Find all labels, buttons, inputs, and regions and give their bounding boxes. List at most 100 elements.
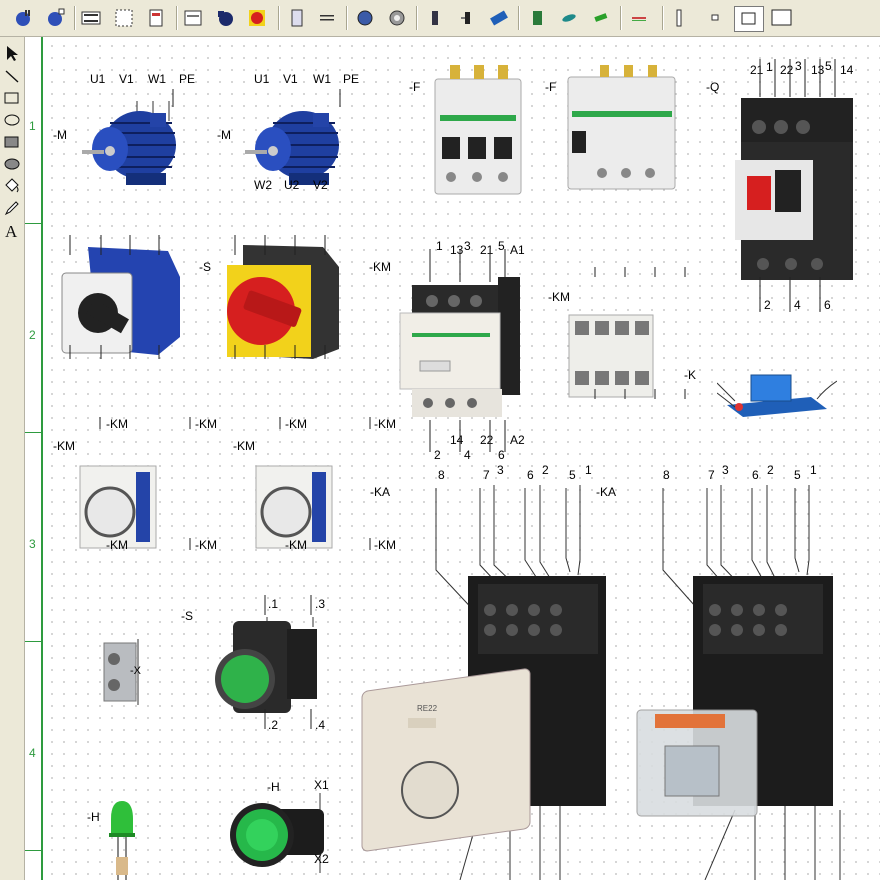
- q-terminal-5: 5: [825, 59, 832, 73]
- led-icon[interactable]: [558, 7, 580, 29]
- km-terminal-22: 22: [480, 433, 494, 447]
- relay-icon[interactable]: [526, 7, 548, 29]
- pointer-icon[interactable]: [2, 43, 22, 63]
- rotary-switch-1[interactable]: [58, 237, 183, 362]
- green-pushbutton[interactable]: [213, 617, 323, 722]
- indicator-lamp-x2: X2: [314, 852, 329, 866]
- paint-bucket-icon[interactable]: [2, 176, 22, 196]
- km-terminal-a1: A1: [510, 243, 525, 257]
- new-icon[interactable]: [12, 7, 34, 29]
- km-ref-a2: -KM: [195, 417, 217, 431]
- pushbutton-terminal-2: .2: [268, 718, 279, 732]
- timer-relay-socket[interactable]: [360, 480, 610, 880]
- terminal-icon[interactable]: [456, 7, 478, 29]
- km-terminal-2: 2: [434, 448, 441, 462]
- capacitor-icon[interactable]: [488, 7, 510, 29]
- breaker-1-label: -F: [409, 80, 421, 94]
- circuit-breaker-2[interactable]: [564, 57, 679, 192]
- q-terminal-21: 21: [750, 63, 764, 77]
- ruler-row-1: 1: [29, 119, 36, 133]
- socket-1-pin-3: 3: [497, 463, 504, 477]
- svg-text:A: A: [5, 222, 18, 240]
- switch-2-label: -S: [199, 260, 211, 274]
- square-icon[interactable]: [734, 6, 764, 32]
- km-terminal-14: 14: [450, 433, 464, 447]
- camera-icon[interactable]: [354, 7, 376, 29]
- timer-block-2-label: -KM: [233, 439, 255, 453]
- km-terminal-21: 21: [480, 243, 494, 257]
- q-terminal-14: 14: [840, 63, 854, 77]
- pushbutton-terminal-3: .3: [315, 597, 326, 611]
- motor-1-w1: W1: [148, 72, 166, 86]
- main-toolbar: [0, 0, 880, 37]
- socket-1-pin-2: 2: [542, 463, 549, 477]
- gear-icon[interactable]: [386, 7, 408, 29]
- ruler-row-3: 3: [29, 537, 36, 551]
- km-terminal-4: 4: [464, 448, 471, 462]
- stop-button-icon[interactable]: [246, 7, 268, 29]
- ruler-row-2: 2: [29, 328, 36, 342]
- q-terminal-4: 4: [794, 298, 801, 312]
- text-icon[interactable]: A: [2, 220, 22, 240]
- km-ref-b2: -KM: [195, 538, 217, 552]
- km-terminal-1: 1: [436, 239, 443, 253]
- motor-2-pe: PE: [343, 72, 360, 86]
- km-terminal-a2: A2: [510, 433, 525, 447]
- pushbutton-terminal-1: .1: [268, 597, 279, 611]
- relay-socket[interactable]: [635, 480, 880, 880]
- line-icon[interactable]: [2, 66, 22, 86]
- auxiliary-contact-block[interactable]: [567, 309, 655, 401]
- motor-2-w2: W2: [254, 178, 272, 192]
- ellipse-icon[interactable]: [2, 110, 22, 130]
- rectangle-icon[interactable]: [2, 88, 22, 108]
- socket-1-pin-1: 1: [585, 463, 592, 477]
- large-square-icon[interactable]: [768, 7, 796, 29]
- contactor[interactable]: [398, 275, 523, 423]
- socket-2-pin-2: 2: [767, 463, 774, 477]
- motor-2-u2: U2: [284, 178, 300, 192]
- connector-icon[interactable]: [424, 7, 446, 29]
- km-ref-a3: -KM: [285, 417, 307, 431]
- small-square-icon[interactable]: [704, 7, 726, 29]
- filled-ellipse-icon[interactable]: [2, 154, 22, 174]
- relay-module-label: -K: [684, 368, 696, 382]
- pushbutton-label: -S: [181, 609, 193, 623]
- green-indicator-lamp[interactable]: [228, 793, 328, 873]
- relay-module[interactable]: [717, 363, 837, 421]
- layers-icon[interactable]: [182, 7, 204, 29]
- column-icon[interactable]: [668, 7, 690, 29]
- document-icon[interactable]: [286, 7, 308, 29]
- motor-2-v2: V2: [313, 178, 328, 192]
- led-label: -H: [87, 810, 100, 824]
- motor-1-v1: V1: [119, 72, 134, 86]
- motor-2-u1: U1: [254, 72, 270, 86]
- km-terminal-5: 5: [498, 239, 505, 253]
- motor-protection-breaker[interactable]: [733, 92, 858, 282]
- main-switch[interactable]: [223, 237, 341, 362]
- km-ref-a1: -KM: [106, 417, 128, 431]
- text-list-icon[interactable]: [316, 7, 338, 29]
- ruler-row-4: 4: [29, 746, 36, 760]
- motor-1[interactable]: [80, 101, 180, 191]
- dotted-line-icon[interactable]: [628, 7, 650, 29]
- motor-1-u1: U1: [90, 72, 106, 86]
- film-strip-icon[interactable]: [80, 7, 102, 29]
- filled-rectangle-icon[interactable]: [2, 132, 22, 152]
- green-led[interactable]: [107, 797, 137, 880]
- km-ref-b3: -KM: [285, 538, 307, 552]
- power-plug-icon[interactable]: [214, 7, 236, 29]
- km-ref-b1: -KM: [106, 538, 128, 552]
- dotted-frame-icon[interactable]: [113, 7, 135, 29]
- q-terminal-1: 1: [766, 60, 773, 74]
- row-ruler: 1 2 3 4: [25, 37, 43, 880]
- indicator-lamp-label: -H: [267, 780, 280, 794]
- drawing-tools-panel: A: [0, 37, 25, 880]
- page-icon[interactable]: [145, 7, 167, 29]
- indicator-lamp-x1: X1: [314, 778, 329, 792]
- open-icon[interactable]: [44, 7, 66, 29]
- circuit-breaker-1[interactable]: [430, 57, 525, 197]
- pen-icon[interactable]: [2, 198, 22, 218]
- contactor-label: -KM: [369, 260, 391, 274]
- schematic-canvas[interactable]: -M U1 V1 W1 PE -M U1 V1 W1 PE W2 U2 V2 -…: [43, 37, 880, 880]
- diode-icon[interactable]: [590, 7, 612, 29]
